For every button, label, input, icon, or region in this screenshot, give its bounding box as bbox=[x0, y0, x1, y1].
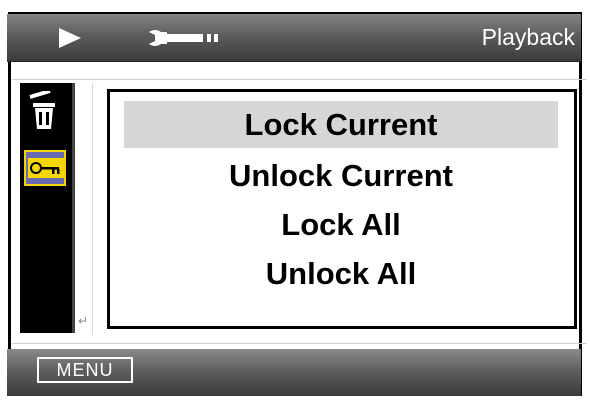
sidebar-item-lock[interactable] bbox=[24, 150, 66, 186]
page-title: Playback bbox=[481, 24, 575, 50]
play-icon[interactable] bbox=[57, 26, 83, 50]
divider bbox=[92, 83, 93, 335]
lock-options-panel: Lock Current Unlock Current Lock All Unl… bbox=[107, 89, 577, 329]
sidebar bbox=[20, 83, 75, 333]
key-icon bbox=[28, 158, 64, 178]
menu-option-lock-all[interactable]: Lock All bbox=[124, 201, 558, 248]
return-arrow-icon: ↵ bbox=[78, 314, 89, 328]
divider bbox=[12, 343, 587, 344]
menu-option-unlock-all[interactable]: Unlock All bbox=[124, 250, 558, 297]
trash-icon[interactable] bbox=[28, 91, 60, 131]
menu-option-lock-current[interactable]: Lock Current bbox=[124, 101, 558, 148]
top-bar: Playback bbox=[7, 14, 581, 62]
wrench-icon[interactable] bbox=[147, 26, 227, 50]
menu-option-unlock-current[interactable]: Unlock Current bbox=[124, 152, 558, 199]
menu-button[interactable]: MENU bbox=[37, 357, 133, 383]
bottom-bar: MENU bbox=[7, 349, 581, 396]
divider bbox=[12, 79, 587, 80]
